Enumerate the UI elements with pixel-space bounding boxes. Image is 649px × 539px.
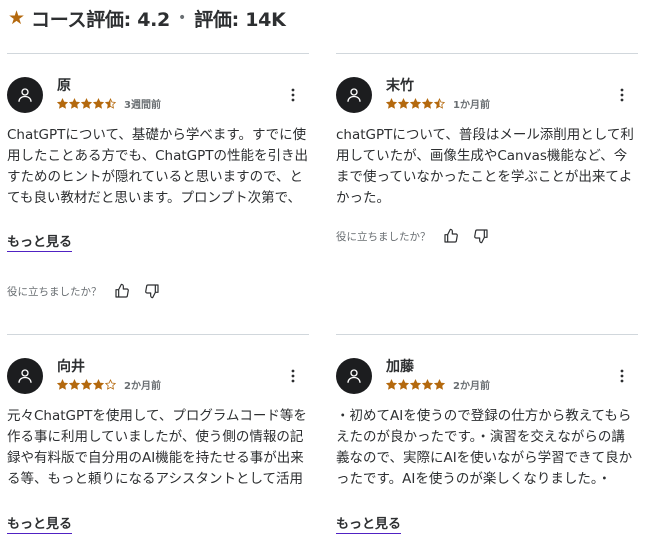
rating-row: 3週間前 (57, 96, 161, 111)
star-full-icon (57, 98, 68, 109)
star-full-icon (69, 379, 80, 390)
star-rating (57, 379, 116, 390)
rating-row: 2か月前 (386, 377, 490, 392)
review-card: 末竹 1か月前 chatGPTについて、普段はメール添削用として利用していたが、… (336, 53, 638, 303)
star-full-icon (410, 379, 421, 390)
separator-dot: • (177, 10, 187, 26)
user-icon (18, 369, 32, 383)
kebab-menu-icon[interactable] (614, 368, 630, 384)
show-more-link[interactable]: もっと見る (336, 516, 402, 534)
star-full-icon (422, 379, 433, 390)
star-full-icon (81, 98, 92, 109)
review-text: ChatGPTについて、基礎から学べます。すでに使用したことある方でも、Chat… (7, 127, 308, 206)
star-full-icon (69, 98, 80, 109)
review-text: ・初めてAIを使うので登録の仕方から教えてもらえたのが良かったです。・演習を交え… (336, 408, 633, 487)
helpful-row: 役に立ちましたか？ (336, 226, 491, 246)
star-full-icon (422, 98, 433, 109)
kebab-menu-icon[interactable] (285, 87, 301, 103)
star-icon: ★ (8, 6, 26, 29)
review-text: chatGPTについて、普段はメール添削用として利用していたが、画像生成やCan… (336, 127, 634, 206)
star-full-icon (398, 98, 409, 109)
star-full-icon (386, 379, 397, 390)
show-more-link[interactable]: もっと見る (7, 516, 73, 534)
avatar (7, 358, 43, 394)
star-rating (57, 98, 116, 109)
review-date: 1か月前 (453, 100, 490, 111)
reviewer-name: 向井 (57, 359, 85, 375)
thumbs-down-icon[interactable] (142, 281, 162, 301)
user-icon (347, 369, 361, 383)
review-card: 原 3週間前 ChatGPTについて、基礎から学べます。すでに使用したことある方… (7, 53, 309, 303)
thumbs-down-icon[interactable] (471, 226, 491, 246)
user-icon (347, 88, 361, 102)
helpful-question: 役に立ちましたか？ (7, 285, 102, 298)
course-rating-title: コース評価: 4.2 (31, 8, 170, 31)
avatar (336, 358, 372, 394)
star-rating (386, 379, 445, 390)
star-full-icon (93, 379, 104, 390)
review-date: 2か月前 (124, 381, 161, 392)
reviewer-name: 末竹 (386, 78, 414, 94)
star-full-icon (81, 379, 92, 390)
divider (336, 334, 638, 335)
rating-row: 2か月前 (57, 377, 161, 392)
reviewer-name: 加藤 (386, 359, 414, 375)
star-full-icon (93, 98, 104, 109)
thumbs-up-icon[interactable] (441, 226, 461, 246)
rating-row: 1か月前 (386, 96, 490, 111)
review-card: 向井 2か月前 元々ChatGPTを使用して、プログラムコード等を作る事に利用し… (7, 334, 309, 539)
star-half-icon (105, 98, 116, 109)
divider (7, 53, 309, 54)
star-half-icon (434, 98, 445, 109)
star-rating (386, 98, 445, 109)
divider (7, 334, 309, 335)
star-full-icon (57, 379, 68, 390)
user-icon (18, 88, 32, 102)
star-full-icon (398, 379, 409, 390)
show-more-link[interactable]: もっと見る (7, 234, 73, 252)
star-full-icon (410, 98, 421, 109)
helpful-row: 役に立ちましたか？ (7, 281, 162, 301)
star-full-icon (434, 379, 445, 390)
review-date: 2か月前 (453, 381, 490, 392)
helpful-question: 役に立ちましたか？ (336, 230, 431, 243)
divider (336, 53, 638, 54)
star-empty-icon (105, 379, 116, 390)
course-rating-header: ★ コース評価: 4.2 • 評価: 14K (8, 4, 286, 32)
avatar (7, 77, 43, 113)
thumbs-up-icon[interactable] (112, 281, 132, 301)
review-text: 元々ChatGPTを使用して、プログラムコード等を作る事に利用していましたが、使… (7, 408, 307, 487)
reviewer-name: 原 (57, 78, 71, 94)
star-full-icon (386, 98, 397, 109)
kebab-menu-icon[interactable] (285, 368, 301, 384)
kebab-menu-icon[interactable] (614, 87, 630, 103)
review-card: 加藤 2か月前 ・初めてAIを使うので登録の仕方から教えてもらえたのが良かったで… (336, 334, 638, 539)
avatar (336, 77, 372, 113)
rating-count: 評価: 14K (194, 8, 286, 31)
review-date: 3週間前 (124, 100, 161, 111)
